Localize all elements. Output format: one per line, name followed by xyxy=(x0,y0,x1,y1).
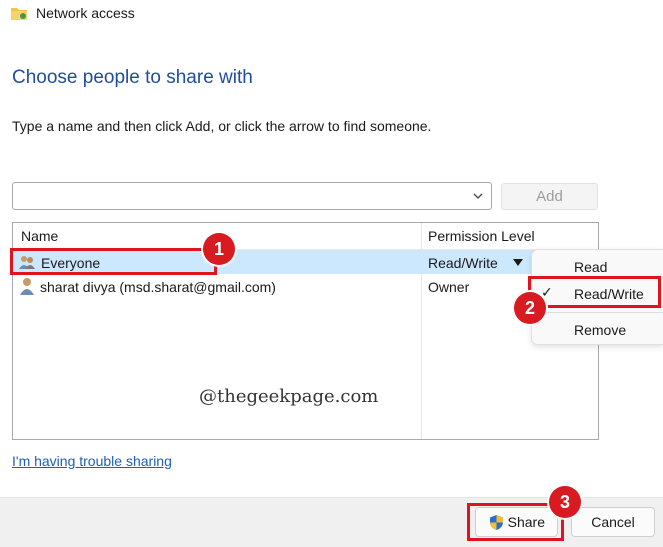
window-title: Network access xyxy=(36,5,135,21)
step-badge-3: 3 xyxy=(549,486,581,518)
watermark: @thegeekpage.com xyxy=(199,386,379,407)
column-header-name[interactable]: Name xyxy=(21,228,58,244)
annotation-box-read-write xyxy=(528,276,661,308)
menu-divider xyxy=(539,312,663,313)
step-badge-1: 1 xyxy=(203,233,235,265)
row-permission-everyone[interactable]: Read/Write xyxy=(428,255,498,271)
row-name-owner[interactable]: sharat divya (msd.sharat@gmail.com) xyxy=(40,279,276,295)
cancel-button[interactable]: Cancel xyxy=(571,507,655,537)
permission-dropdown-arrow-icon[interactable] xyxy=(513,259,523,266)
menu-item-read[interactable]: Read xyxy=(574,259,607,275)
add-button[interactable]: Add xyxy=(501,183,598,210)
name-combo-input[interactable] xyxy=(12,182,492,210)
annotation-box-everyone xyxy=(10,248,217,275)
shared-folder-icon xyxy=(11,8,27,20)
step-badge-2: 2 xyxy=(514,292,546,324)
column-header-permission[interactable]: Permission Level xyxy=(428,228,535,244)
chevron-down-icon[interactable] xyxy=(472,190,484,202)
annotation-box-share xyxy=(467,503,564,541)
page-title: Choose people to share with xyxy=(12,67,253,88)
menu-item-remove[interactable]: Remove xyxy=(574,322,626,338)
instruction-text: Type a name and then click Add, or click… xyxy=(12,118,432,134)
user-icon xyxy=(20,278,34,295)
row-permission-owner: Owner xyxy=(428,279,470,295)
trouble-sharing-link[interactable]: I'm having trouble sharing xyxy=(12,453,172,469)
